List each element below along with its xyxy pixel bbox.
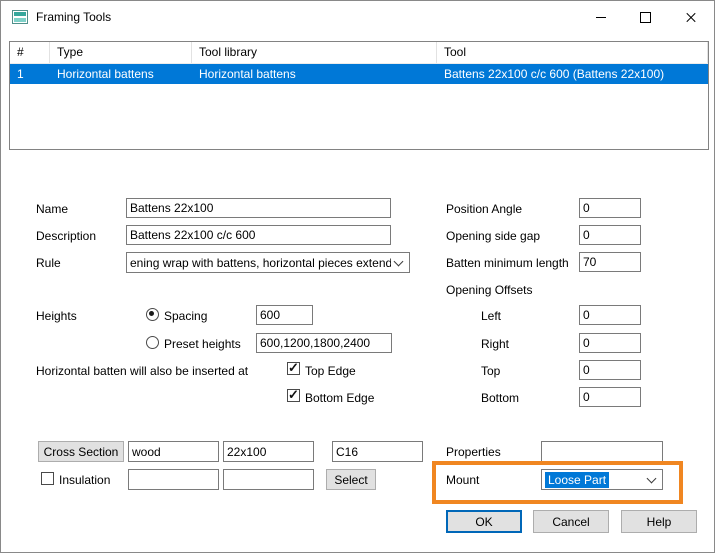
cell-tool-library: Horizontal battens <box>192 64 437 84</box>
maximize-icon <box>640 12 651 23</box>
chevron-down-icon <box>394 257 404 267</box>
chevron-down-icon <box>647 474 657 484</box>
window-title: Framing Tools <box>36 10 111 24</box>
opening-offsets-label: Opening Offsets <box>446 283 533 297</box>
close-icon <box>685 11 697 23</box>
properties-input[interactable] <box>541 441 663 462</box>
position-angle-input[interactable] <box>579 198 641 218</box>
cell-tool: Battens 22x100 c/c 600 (Battens 22x100) <box>437 64 708 84</box>
column-header-tool[interactable]: Tool <box>437 42 708 63</box>
mount-label: Mount <box>446 473 479 487</box>
heights-label: Heights <box>36 309 77 323</box>
column-header-tool-library[interactable]: Tool library <box>192 42 437 63</box>
offset-right-label: Right <box>481 337 509 351</box>
insulation-label[interactable]: Insulation <box>59 473 110 487</box>
batten-minimum-length-label: Batten minimum length <box>446 256 569 270</box>
bottom-edge-label[interactable]: Bottom Edge <box>305 391 374 405</box>
cross-section-grade-input[interactable] <box>332 441 423 462</box>
offset-bottom-label: Bottom <box>481 391 519 405</box>
preset-heights-radio[interactable] <box>146 336 159 349</box>
top-edge-label[interactable]: Top Edge <box>305 364 356 378</box>
bottom-edge-checkbox[interactable] <box>287 389 300 402</box>
opening-side-gap-label: Opening side gap <box>446 229 540 243</box>
framing-tools-dialog: Framing Tools # Type Tool library Tool 1… <box>0 0 715 553</box>
rule-dropdown[interactable]: ening wrap with battens, horizontal piec… <box>126 252 410 273</box>
insulation-input-1[interactable] <box>128 469 219 490</box>
position-angle-label: Position Angle <box>446 202 522 216</box>
cross-section-button[interactable]: Cross Section <box>38 441 124 462</box>
insert-at-label: Horizontal batten will also be inserted … <box>36 364 248 378</box>
insulation-checkbox[interactable] <box>41 472 54 485</box>
minimize-button[interactable] <box>578 2 623 32</box>
offset-top-input[interactable] <box>579 360 641 380</box>
select-button[interactable]: Select <box>326 469 376 490</box>
opening-side-gap-input[interactable] <box>579 225 641 245</box>
offset-top-label: Top <box>481 364 500 378</box>
column-header-number[interactable]: # <box>10 42 50 63</box>
rule-dropdown-value: ening wrap with battens, horizontal piec… <box>130 256 391 270</box>
maximize-button[interactable] <box>623 2 668 32</box>
mount-dropdown[interactable]: Loose Part <box>541 469 663 490</box>
tool-list-header: # Type Tool library Tool <box>10 42 708 64</box>
close-button[interactable] <box>668 2 713 32</box>
minimize-icon <box>596 17 606 18</box>
batten-minimum-length-input[interactable] <box>579 252 641 272</box>
cell-type: Horizontal battens <box>50 64 192 84</box>
titlebar: Framing Tools <box>1 1 714 33</box>
cancel-button[interactable]: Cancel <box>533 510 609 533</box>
mount-dropdown-value: Loose Part <box>545 472 609 488</box>
name-input[interactable] <box>126 198 391 218</box>
offset-left-input[interactable] <box>579 305 641 325</box>
help-button[interactable]: Help <box>621 510 697 533</box>
spacing-radio[interactable] <box>146 308 159 321</box>
table-row[interactable]: 1 Horizontal battens Horizontal battens … <box>10 64 708 84</box>
tool-list: # Type Tool library Tool 1 Horizontal ba… <box>9 41 709 150</box>
cell-number: 1 <box>10 64 50 84</box>
column-header-type[interactable]: Type <box>50 42 192 63</box>
rule-label: Rule <box>36 256 61 270</box>
offset-bottom-input[interactable] <box>579 387 641 407</box>
cross-section-size-input[interactable] <box>223 441 314 462</box>
offset-left-label: Left <box>481 309 501 323</box>
caption-buttons <box>578 2 713 32</box>
description-label: Description <box>36 229 96 243</box>
offset-right-input[interactable] <box>579 333 641 353</box>
insulation-input-2[interactable] <box>223 469 314 490</box>
cross-section-material-input[interactable] <box>128 441 219 462</box>
top-edge-checkbox[interactable] <box>287 362 300 375</box>
spacing-input[interactable] <box>256 305 313 325</box>
spacing-radio-label[interactable]: Spacing <box>164 309 207 323</box>
description-input[interactable] <box>126 225 391 245</box>
properties-label: Properties <box>446 445 501 459</box>
preset-heights-radio-label[interactable]: Preset heights <box>164 337 241 351</box>
preset-heights-input[interactable] <box>256 333 392 353</box>
name-label: Name <box>36 202 68 216</box>
app-icon <box>12 9 28 25</box>
ok-button[interactable]: OK <box>446 510 522 533</box>
